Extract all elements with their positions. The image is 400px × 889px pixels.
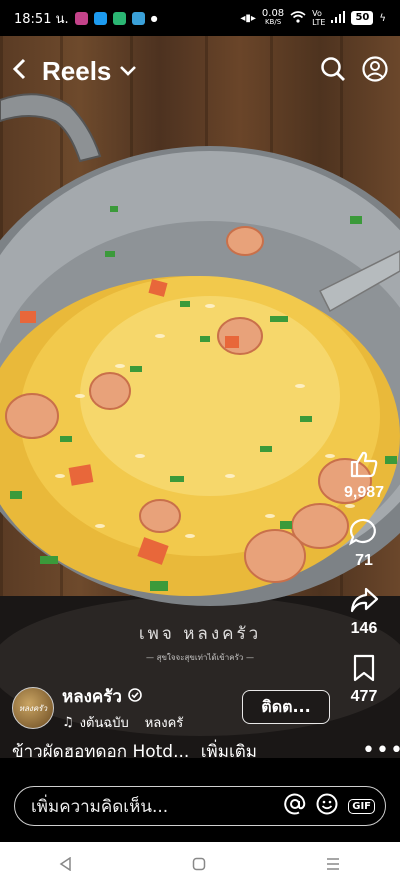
back-arrow-icon[interactable] xyxy=(12,58,26,84)
volte-icon: Vo LTE xyxy=(312,9,326,27)
avatar[interactable]: หลงครัว xyxy=(12,687,54,729)
comment-action[interactable]: 71 xyxy=(349,518,379,570)
net-speed: 0.08 xyxy=(261,8,285,19)
caption-text: ข้าวผัดฮอทดอก Hotd... xyxy=(12,742,190,762)
share-action[interactable]: 146 xyxy=(349,586,379,638)
reels-title[interactable]: Reels xyxy=(42,56,111,87)
search-icon[interactable] xyxy=(320,56,346,86)
save-action[interactable]: 477 xyxy=(350,654,378,706)
profile-icon[interactable] xyxy=(362,56,388,86)
audio-author[interactable]: หลงครั xyxy=(145,712,184,733)
status-time: 18:51 น. xyxy=(14,11,69,27)
battery-icon: 50 xyxy=(351,11,374,25)
net-speed-unit: KB/S xyxy=(264,18,282,26)
original-audio-label[interactable]: งต้นฉบับ xyxy=(80,712,129,733)
share-count: 146 xyxy=(350,620,378,637)
emoji-icon[interactable] xyxy=(316,793,338,819)
home-square-icon[interactable] xyxy=(192,856,206,875)
line-app-icon xyxy=(112,11,126,25)
comment-input[interactable]: เพิ่มความคิดเห็น... GIF xyxy=(14,786,386,826)
mention-icon[interactable] xyxy=(284,793,306,819)
music-note-icon: ♫ xyxy=(62,715,74,730)
comment-bubble-icon[interactable] xyxy=(349,518,379,550)
chevron-down-icon[interactable] xyxy=(119,62,137,81)
wifi-icon xyxy=(290,10,306,26)
system-nav-bar xyxy=(0,842,400,889)
thumbs-up-icon[interactable] xyxy=(349,450,379,482)
reel-caption[interactable]: ข้าวผัดฮอทดอก Hotd... เพิ่มเติม xyxy=(12,738,342,765)
reel-actions: 9,987 71 146 477 xyxy=(334,450,394,722)
like-count: 9,987 xyxy=(343,484,385,501)
charging-icon: ϟ xyxy=(379,12,386,24)
gif-icon[interactable]: GIF xyxy=(348,798,375,814)
more-notifications-dot: ● xyxy=(150,13,158,23)
notification-app-icon xyxy=(74,11,88,25)
author-name[interactable]: หลงครัว xyxy=(62,683,122,710)
share-arrow-icon[interactable] xyxy=(349,586,379,618)
like-action[interactable]: 9,987 xyxy=(344,450,384,502)
status-bar: 18:51 น. ● ◂▮▸ 0.08 KB/S Vo LTE 50 ϟ xyxy=(0,0,400,36)
save-count: 477 xyxy=(350,688,378,705)
more-options-icon[interactable]: ••• xyxy=(362,738,400,763)
follow-button[interactable]: ติดต... xyxy=(242,690,330,724)
avatar-text: หลงครัว xyxy=(18,703,48,713)
see-more-link[interactable]: เพิ่มเติม xyxy=(201,742,257,762)
back-triangle-icon[interactable] xyxy=(59,856,73,875)
bookmark-icon[interactable] xyxy=(352,654,376,686)
recents-lines-icon[interactable] xyxy=(325,856,341,875)
vibrate-icon: ◂▮▸ xyxy=(240,12,256,24)
comment-count: 71 xyxy=(355,552,373,569)
shopping-app-icon xyxy=(131,11,145,25)
comment-placeholder: เพิ่มความคิดเห็น... xyxy=(31,796,169,817)
reels-header: Reels xyxy=(0,36,400,106)
verified-check-icon xyxy=(128,687,142,707)
signal-icon xyxy=(331,10,346,26)
messenger-app-icon xyxy=(93,11,107,25)
